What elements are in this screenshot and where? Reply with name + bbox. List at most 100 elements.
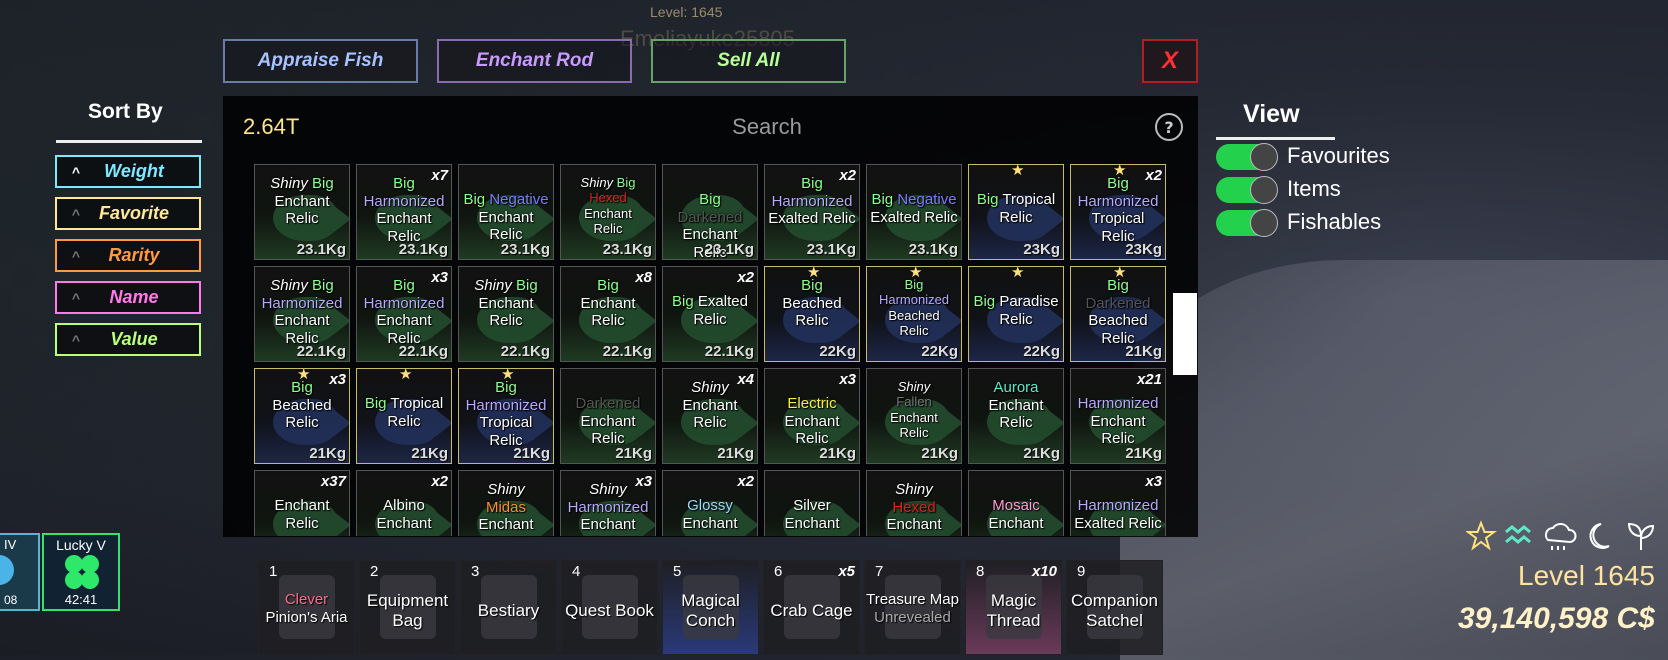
inventory-item[interactable]: Silver Enchant	[764, 470, 860, 536]
inventory-item[interactable]: Electric Enchant Relic x3 21Kg	[764, 368, 860, 464]
inventory-item[interactable]: Shiny Enchant Relic x4 21Kg	[662, 368, 758, 464]
item-weight: 21Kg	[309, 445, 346, 462]
inventory-item[interactable]: Shiny Big Enchant Relic 22.1Kg	[458, 266, 554, 362]
inventory-item[interactable]: Shiny Hexed Enchant	[866, 470, 962, 536]
hotbar-slot[interactable]: 3 Bestiary	[460, 560, 557, 655]
item-name: Harmonized Enchant Relic	[1073, 395, 1163, 448]
inventory-item[interactable]: ★ Big Tropical Relic 23Kg	[968, 164, 1064, 260]
inventory-item[interactable]: ★ Big Tropical Relic 21Kg	[356, 368, 452, 464]
hotbar-slot[interactable]: 8 x10 Magic Thread	[965, 560, 1062, 655]
sell-all-button[interactable]: Sell All	[651, 39, 846, 83]
hotbar-slot[interactable]: 4 Quest Book	[561, 560, 658, 655]
inventory-item[interactable]: ★ Big Harmonized Beached Relic 22Kg	[866, 266, 962, 362]
inventory-item[interactable]: Harmonized Exalted Relic x3	[1070, 470, 1166, 536]
item-name-part: Harmonized	[363, 192, 445, 210]
sort-name-button[interactable]: ^ Name	[55, 281, 201, 314]
inventory-item[interactable]: Shiny Fallen Enchant Relic 21Kg	[866, 368, 962, 464]
item-name: Big Exalted Relic	[665, 293, 755, 328]
item-name-part: Enchant Relic	[784, 412, 840, 448]
inventory-item[interactable]: Aurora Enchant Relic 21Kg	[968, 368, 1064, 464]
item-name-part: Enchant Relic	[274, 312, 330, 348]
boost-orb-icon	[0, 555, 14, 585]
hotbar-slot[interactable]: 9 Companion Satchel	[1066, 560, 1163, 655]
slot-number: 9	[1077, 563, 1086, 580]
item-weight: 23.1Kg	[398, 241, 448, 258]
item-name-part: Enchant Relic	[580, 516, 636, 536]
item-name-part: Exalted Relic	[768, 210, 856, 228]
item-weight: 22.1Kg	[602, 343, 652, 360]
inventory-item[interactable]: ★ Big Harmonized Tropical Relic 21Kg	[458, 368, 554, 464]
item-name-part: Tropical Relic	[1091, 210, 1145, 246]
chevron-up-icon: ^	[71, 205, 81, 222]
item-name-part: Relic	[999, 414, 1033, 432]
inventory-item[interactable]: Big Harmonized Enchant Relic x3 22.1Kg	[356, 266, 452, 362]
item-name: Shiny Big Enchant Relic	[461, 277, 551, 330]
sort-favorite-button[interactable]: ^ Favorite	[55, 197, 201, 230]
sort-rarity-button[interactable]: ^ Rarity	[55, 239, 201, 272]
item-name-part: Enchant Relic	[1090, 412, 1146, 448]
favorite-star-icon: ★	[399, 368, 413, 383]
hotbar-slot[interactable]: 7 Treasure Map Unrevealed	[864, 560, 961, 655]
inventory-item[interactable]: Big Enchant Relic x8 22.1Kg	[560, 266, 656, 362]
enchant-rod-tab[interactable]: Enchant Rod	[437, 39, 632, 83]
hotbar-slot[interactable]: 6 x5 Crab Cage	[763, 560, 860, 655]
toggle-favourites[interactable]	[1216, 143, 1278, 171]
appraise-fish-tab[interactable]: Appraise Fish	[223, 39, 418, 83]
inventory-item[interactable]: Shiny Midas Enchant	[458, 470, 554, 536]
inventory-item[interactable]: Shiny Big Enchant Relic 23.1Kg	[254, 164, 350, 260]
inventory-item[interactable]: Big Negative Enchant Relic 23.1Kg	[458, 164, 554, 260]
inventory-item[interactable]: Shiny Big Hexed Enchant Relic 23.1Kg	[560, 164, 656, 260]
item-name-part: Enchant Relic	[376, 312, 432, 348]
help-icon[interactable]: ?	[1155, 113, 1183, 141]
sort-value-button[interactable]: ^ Value	[55, 323, 201, 356]
inventory-item[interactable]: Glossy Enchant x2	[662, 470, 758, 536]
search-input[interactable]	[620, 108, 914, 146]
toggle-fishables[interactable]	[1216, 209, 1278, 237]
slot-number: 2	[370, 563, 379, 580]
inventory-item[interactable]: Harmonized Enchant Relic x21 21Kg	[1070, 368, 1166, 464]
item-name-part: Enchant	[886, 516, 942, 534]
item-name: Big Harmonized Enchant Relic	[359, 277, 449, 348]
item-name-part: Exalted	[697, 293, 748, 310]
inventory-item[interactable]: Darkened Enchant Relic 21Kg	[560, 368, 656, 464]
hotbar-slot[interactable]: 5 Magical Conch	[662, 560, 759, 655]
inventory-item[interactable]: ★ Big Beached Relic 22Kg	[764, 266, 860, 362]
inventory-item[interactable]: Big Negative Exalted Relic 23.1Kg	[866, 164, 962, 260]
item-name: Aurora Enchant Relic	[971, 379, 1061, 432]
star-icon	[1466, 520, 1497, 551]
boost-title: Lucky V	[56, 537, 106, 553]
favorite-star-icon: ★	[1011, 266, 1025, 281]
inventory-item[interactable]: ShinyHarmonizedEnchant Relic x3	[560, 470, 656, 536]
inventory-item[interactable]: ★ Big Harmonized Tropical Relic x2 23Kg	[1070, 164, 1166, 260]
inventory-item[interactable]: ★ Big Paradise Relic 22Kg	[968, 266, 1064, 362]
item-name: Electric Enchant Relic	[767, 395, 857, 448]
inventory-item[interactable]: ★ Big Darkened Beached Relic 21Kg	[1070, 266, 1166, 362]
item-count: x3	[1145, 473, 1162, 490]
favorite-star-icon: ★	[1011, 164, 1025, 179]
inventory-item[interactable]: Mosaic Enchant	[968, 470, 1064, 536]
inventory-item[interactable]: Enchant Relic x37	[254, 470, 350, 536]
hotbar-slot[interactable]: 2 Equipment Bag	[359, 560, 456, 655]
sort-weight-button[interactable]: ^ Weight	[55, 155, 201, 188]
inventory-item[interactable]: ★ Big Beached Relic x3 21Kg	[254, 368, 350, 464]
inventory-item[interactable]: Big Exalted Relic x2 22.1Kg	[662, 266, 758, 362]
inventory-item[interactable]: Big Darkened Enchant Relic 23.1Kg	[662, 164, 758, 260]
chevron-up-icon: ^	[71, 331, 81, 348]
hotbar-slot[interactable]: 1 Clever Pinion's Aria	[258, 560, 355, 655]
inventory-item[interactable]: Big Harmonized Exalted Relic x2 23.1Kg	[764, 164, 860, 260]
item-name-part: Big	[1107, 175, 1129, 192]
item-count: x2	[839, 167, 856, 184]
inventory-item[interactable]: Shiny Big Harmonized Enchant Relic 22.1Kg	[254, 266, 350, 362]
item-name-part: Relic	[999, 208, 1033, 226]
inventory-item[interactable]: Albino Enchant x2	[356, 470, 452, 536]
close-button[interactable]: X	[1142, 39, 1198, 83]
toggle-items[interactable]	[1216, 176, 1278, 204]
scrollbar-thumb[interactable]	[1173, 293, 1197, 375]
money-balance: 39,140,598 C$	[1458, 602, 1655, 635]
item-name-part: Negative	[489, 191, 549, 208]
slot-number: 6	[774, 563, 783, 580]
item-name-part: Enchant	[890, 409, 938, 425]
item-name-part: Harmonized	[1077, 395, 1159, 412]
item-name-part: Shiny	[474, 277, 516, 294]
inventory-item[interactable]: Big Harmonized Enchant Relic x7 23.1Kg	[356, 164, 452, 260]
